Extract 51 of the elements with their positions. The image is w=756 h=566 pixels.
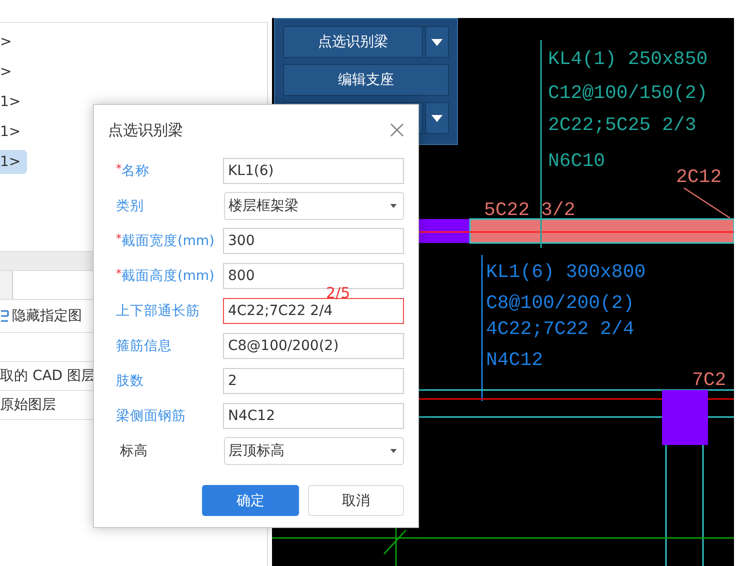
field-label: *截面宽度(mm) bbox=[115, 232, 216, 250]
toolbar-button[interactable]: 编辑支座 bbox=[283, 64, 449, 96]
close-icon[interactable] bbox=[390, 123, 404, 137]
input-field[interactable]: C8@100/200(2) bbox=[223, 333, 404, 359]
field-label: 肢数 bbox=[115, 372, 145, 390]
cad-annotation: 2C22;5C25 2/3 bbox=[548, 114, 696, 136]
column-block bbox=[662, 390, 708, 445]
layer-option[interactable]: 原始图层 bbox=[0, 396, 56, 414]
toolbar-button[interactable]: 点选识别梁 bbox=[283, 26, 423, 58]
input-field[interactable]: N4C12 bbox=[223, 403, 404, 429]
field-label: 标高 bbox=[119, 442, 149, 460]
cad-annotation: N4C12 bbox=[486, 349, 544, 371]
caret-icon bbox=[390, 449, 397, 453]
tree-item[interactable]: > bbox=[0, 60, 18, 84]
tree-item[interactable]: 1> bbox=[0, 120, 27, 144]
tree-item[interactable]: 1> bbox=[0, 90, 27, 114]
caret-icon bbox=[431, 38, 443, 46]
field-label: 箍筋信息 bbox=[115, 337, 173, 355]
input-field[interactable]: 300 bbox=[223, 228, 404, 254]
layer-option[interactable]: 隐藏指定图 bbox=[12, 307, 82, 325]
field-label: 类别 bbox=[115, 197, 145, 215]
cad-annotation: 7C2 bbox=[692, 369, 726, 391]
dropdown-button[interactable] bbox=[425, 26, 449, 58]
dialog-title: 点选识别梁 bbox=[108, 120, 183, 140]
tree-item[interactable]: > bbox=[0, 30, 18, 54]
cad-annotation: KL1(6) 300x800 bbox=[486, 261, 646, 283]
input-field[interactable]: 4C22;7C22 2/4 bbox=[223, 298, 404, 324]
caret-icon bbox=[390, 204, 397, 208]
cancel-button[interactable]: 取消 bbox=[308, 485, 404, 516]
field-label: 上下部通长筋 bbox=[115, 302, 201, 320]
caret-icon bbox=[431, 114, 443, 122]
dropdown-field[interactable]: 楼层框架梁 bbox=[224, 192, 404, 220]
confirm-button[interactable]: 确定 bbox=[202, 485, 298, 516]
input-field[interactable]: KL1(6) bbox=[223, 158, 404, 184]
cad-annotation: 2C12 bbox=[676, 166, 722, 188]
tree-item[interactable]: 1> bbox=[0, 150, 27, 174]
cad-annotation: KL4(1) 250x850 bbox=[548, 48, 708, 70]
dropdown-button[interactable] bbox=[425, 102, 449, 134]
cad-annotation: C12@100/150(2) bbox=[548, 82, 708, 104]
field-label: *截面高度(mm) bbox=[115, 267, 216, 285]
field-label: *名称 bbox=[115, 162, 150, 180]
leader-line bbox=[684, 188, 730, 218]
column-block bbox=[416, 219, 470, 243]
layer-icon bbox=[0, 309, 10, 323]
cad-annotation: C8@100/200(2) bbox=[486, 292, 634, 314]
cad-annotation: 5C22 3/2 bbox=[484, 199, 576, 221]
field-label: 梁侧面钢筋 bbox=[115, 407, 187, 425]
cad-annotation: 4C22;7C22 2/4 bbox=[486, 318, 634, 340]
cad-annotation: N6C10 bbox=[548, 150, 606, 172]
input-field[interactable]: 2 bbox=[223, 368, 404, 394]
dropdown-field[interactable]: 层顶标高 bbox=[224, 437, 404, 465]
